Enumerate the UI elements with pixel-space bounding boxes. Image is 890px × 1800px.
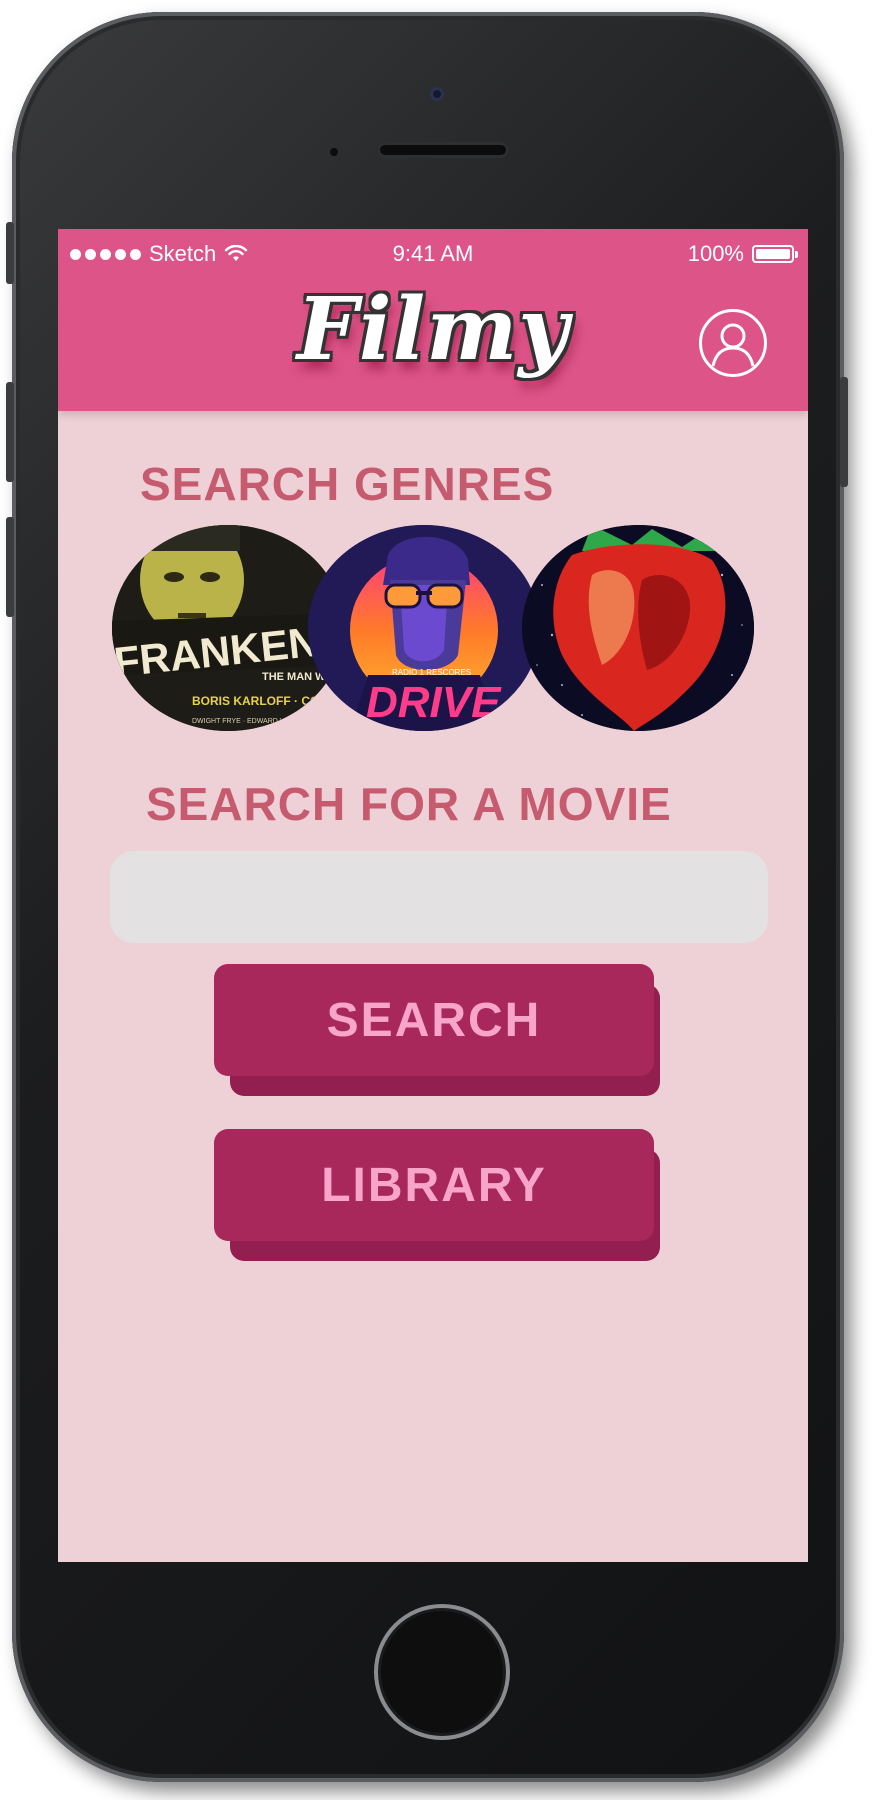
genre-romance-poster[interactable] [522,525,754,731]
action-poster-art: RADIO 1 RESCORES DRIVE [308,525,540,731]
romance-poster-art [522,525,754,731]
search-button[interactable]: SEARCH [214,964,654,1076]
battery-fill [756,249,790,259]
movie-search-input[interactable] [110,851,768,943]
search-button-wrap: SEARCH [214,964,662,1096]
poster-small-text: DWIGHT FRYE · EDWARD VAN SLOAN [192,718,319,725]
volume-up-button [6,382,14,482]
library-button-wrap: LIBRARY [214,1129,662,1261]
poster-credits-text: BORIS KARLOFF · COLIN CLIVE MAE CLARKE ·… [192,694,344,708]
app-header: Sketch 9:41 AM 100% Filmy [58,229,808,411]
poster-title-text: DRIVE [366,678,502,727]
earpiece-speaker [377,142,509,158]
silent-switch [6,222,14,284]
volume-down-button [6,517,14,617]
home-button[interactable] [374,1604,510,1740]
poster-tagline-text: RADIO 1 RESCORES [392,668,471,677]
genre-carousel: FRANKENSTEIN THE MAN WHO MADE A MONSTER … [112,525,762,735]
genre-action-poster[interactable]: RADIO 1 RESCORES DRIVE [308,525,540,731]
proximity-sensor [330,148,338,156]
app-screen: Sketch 9:41 AM 100% Filmy SEARCH GENRES … [58,229,808,1562]
genres-title: SEARCH GENRES [140,458,555,510]
front-camera [430,87,444,101]
battery-percent: 100% [687,241,744,266]
battery-icon [752,245,798,263]
status-bar: Sketch 9:41 AM 100% [58,229,808,269]
library-button[interactable]: LIBRARY [214,1129,654,1241]
status-right: 100% [687,241,798,267]
user-profile-icon [711,323,755,367]
search-movie-title: SEARCH FOR A MOVIE [146,778,672,830]
app-logo: Filmy [296,279,570,380]
profile-button[interactable] [699,309,767,377]
power-button [840,377,848,487]
